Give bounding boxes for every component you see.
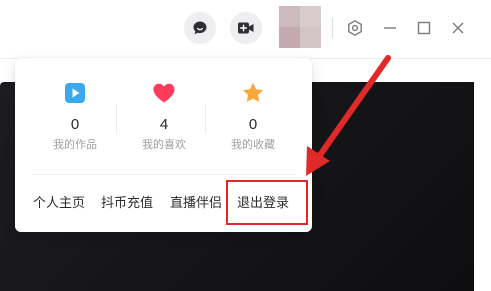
avatar[interactable] [279, 6, 321, 48]
maximize-icon[interactable] [414, 18, 434, 38]
profile-home-link[interactable]: 个人主页 [33, 195, 85, 213]
recharge-coins-link[interactable]: 抖币充值 [101, 195, 153, 213]
stat-likes-label: 我的喜欢 [142, 138, 186, 151]
menu-divider [32, 174, 295, 175]
video-plus-icon [237, 20, 255, 36]
live-companion-link[interactable]: 直播伴侣 [170, 195, 222, 213]
title-bar [0, 0, 491, 59]
star-icon [241, 81, 265, 109]
settings-hexagon-icon[interactable] [345, 18, 365, 38]
minimize-icon[interactable] [380, 18, 400, 38]
chat-bubble-icon [192, 20, 208, 36]
stat-works-label: 我的作品 [53, 138, 97, 151]
stat-favorites[interactable]: 0 我的收藏 [208, 82, 298, 152]
scrollbar-track[interactable] [476, 82, 491, 291]
profile-menu: 0 我的作品 4 我的喜欢 0 我的收藏 个人主页 抖币充值 直播伴侣 退出登录 [15, 58, 312, 232]
play-square-icon [64, 82, 86, 108]
logout-highlight-box [226, 180, 308, 225]
stat-favorites-count: 0 [248, 116, 258, 133]
stat-likes[interactable]: 4 我的喜欢 [119, 82, 209, 152]
stat-works[interactable]: 0 我的作品 [30, 82, 120, 152]
stat-works-count: 0 [70, 116, 80, 133]
stat-divider [116, 104, 117, 134]
upload-video-button[interactable] [230, 12, 262, 44]
stat-divider [205, 104, 206, 134]
stat-favorites-label: 我的收藏 [231, 138, 275, 151]
heart-icon [152, 82, 176, 108]
close-icon[interactable] [448, 18, 468, 38]
message-button[interactable] [184, 12, 216, 44]
titlebar-divider [332, 18, 333, 38]
stat-likes-count: 4 [159, 116, 169, 133]
